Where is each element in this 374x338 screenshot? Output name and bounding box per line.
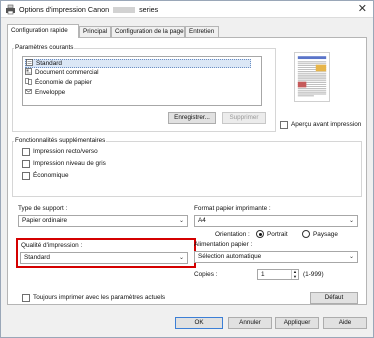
window-title-suffix: series [139, 5, 159, 14]
copies-spin-buttons[interactable]: ▲ ▼ [291, 269, 298, 280]
save-button[interactable]: Enregistrer... [168, 112, 216, 124]
portrait-radio[interactable] [256, 230, 264, 238]
landscape-radio-label: Paysage [313, 231, 338, 238]
economy-checkbox[interactable] [22, 172, 30, 180]
common-settings-legend: Paramètres courants [14, 44, 75, 51]
list-item-label: Économie de papier [35, 79, 92, 87]
page-preview-image [294, 52, 330, 102]
list-item-business-document[interactable]: Document commercial [25, 68, 99, 78]
paper-saving-icon [25, 78, 32, 85]
delete-button[interactable]: Supprimer [222, 112, 266, 124]
list-item-standard[interactable]: Standard [25, 59, 251, 68]
business-doc-icon [25, 68, 32, 75]
printer-paper-size-value: A4 [198, 217, 206, 224]
duplex-checkbox-label: Impression recto/verso [33, 148, 98, 155]
tab-maintenance[interactable]: Entretien [185, 26, 219, 37]
print-quality-label: Qualité d'impression : [21, 242, 83, 249]
always-print-checkbox[interactable] [22, 294, 30, 302]
portrait-radio-label: Portrait [267, 231, 288, 238]
redacted-model-name [113, 7, 136, 14]
paper-source-select[interactable]: Sélection automatique ⌄ [194, 251, 358, 263]
always-print-checkbox-label: Toujours imprimer avec les paramètres ac… [33, 294, 166, 301]
media-type-value: Papier ordinaire [22, 217, 68, 224]
tab-main[interactable]: Principal [79, 26, 111, 37]
duplex-checkbox[interactable] [22, 148, 30, 156]
paper-source-label: Alimentation papier : [194, 241, 253, 248]
copies-range: (1-999) [303, 271, 324, 278]
defaults-button[interactable]: Défaut [310, 292, 358, 304]
list-item-label: Document commercial [35, 69, 99, 77]
media-type-select[interactable]: Papier ordinaire ⌄ [18, 215, 188, 227]
list-item-envelope[interactable]: Enveloppe [25, 89, 65, 98]
orientation-label: Orientation : [215, 231, 250, 238]
paper-source-value: Sélection automatique [198, 253, 262, 260]
additional-features-legend: Fonctionnalités supplémentaires [14, 137, 107, 144]
window-title-prefix: Options d'impression Canon [19, 5, 110, 14]
chevron-down-icon: ⌄ [348, 218, 354, 224]
grayscale-checkbox[interactable] [22, 160, 30, 168]
print-quality-select[interactable]: Standard ⌄ [20, 252, 188, 264]
ok-button[interactable]: OK [175, 317, 223, 329]
media-type-label: Type de support : [18, 205, 68, 212]
list-item-label: Enveloppe [35, 89, 66, 97]
copies-label: Copies : [194, 271, 218, 278]
chevron-down-icon: ⌄ [178, 255, 184, 261]
printer-app-icon [6, 4, 15, 15]
grayscale-checkbox-label: Impression niveau de gris [33, 160, 106, 167]
quick-setup-panel: Paramètres courants Standard Document co… [7, 37, 367, 305]
copies-value: 1 [261, 271, 265, 278]
list-item-paper-saving[interactable]: Économie de papier [25, 78, 92, 88]
preview-checkbox-label: Aperçu avant impression [291, 121, 362, 128]
economy-checkbox-label: Économique [33, 172, 69, 179]
chevron-down-icon: ⌄ [178, 218, 184, 224]
standard-doc-icon [26, 59, 33, 66]
preview-checkbox[interactable] [280, 121, 288, 129]
envelope-icon [25, 89, 32, 94]
printer-paper-size-label: Format papier imprimante : [194, 205, 271, 212]
landscape-radio[interactable] [302, 230, 310, 238]
chevron-down-icon: ⌄ [348, 254, 354, 260]
list-item-label: Standard [36, 60, 62, 68]
apply-button[interactable]: Appliquer [275, 317, 319, 329]
copies-stepper[interactable]: 1 ▲ ▼ [257, 269, 299, 280]
printer-paper-size-select[interactable]: A4 ⌄ [194, 215, 358, 227]
spin-down-icon[interactable]: ▼ [292, 274, 298, 280]
common-settings-list[interactable]: Standard Document commercial Économie de… [22, 56, 262, 106]
tab-page-setup[interactable]: Configuration de la page [111, 26, 185, 37]
print-quality-value: Standard [24, 254, 50, 261]
close-icon[interactable]: ✕ [358, 2, 367, 15]
tab-quick-setup[interactable]: Configuration rapide [7, 24, 79, 38]
print-options-dialog: Options d'impression Canon series ✕ Conf… [0, 0, 374, 338]
cancel-button[interactable]: Annuler [228, 317, 272, 329]
title-bar: Options d'impression Canon series ✕ [1, 1, 373, 18]
help-button[interactable]: Aide [323, 317, 367, 329]
window-title: Options d'impression Canon series [19, 5, 158, 14]
